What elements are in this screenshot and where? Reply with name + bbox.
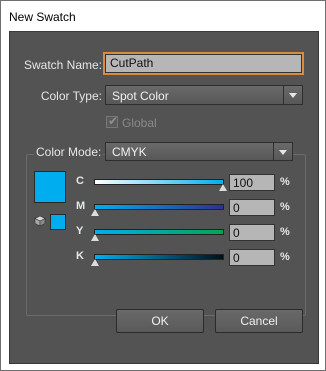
channel-slider-m[interactable]: [94, 204, 224, 210]
swatch-name-input[interactable]: CutPath: [103, 52, 304, 75]
color-mode-dropdown[interactable]: CMYK: [105, 142, 293, 161]
percent-sign: %: [280, 251, 290, 263]
chevron-down-icon: [283, 86, 302, 104]
window-title: New Swatch: [9, 10, 76, 24]
ok-button[interactable]: OK: [116, 309, 204, 333]
channel-label-k: K: [76, 250, 84, 262]
gamut-swatch[interactable]: [50, 214, 66, 230]
percent-sign: %: [280, 226, 290, 238]
channel-input-y[interactable]: 0: [229, 224, 275, 241]
channel-input-k[interactable]: 0: [229, 249, 275, 266]
swatch-name-value: CutPath: [110, 56, 154, 70]
checkmark-icon: ✔: [108, 114, 119, 128]
color-mode-label: Color Mode:: [34, 145, 104, 159]
percent-sign: %: [280, 201, 290, 213]
channel-slider-c[interactable]: [94, 179, 224, 185]
color-type-dropdown[interactable]: Spot Color: [105, 85, 303, 105]
dialog-body: Swatch Name: CutPath Color Type: Spot Co…: [9, 31, 319, 364]
slider-thumb-m[interactable]: [91, 209, 99, 216]
cancel-button[interactable]: Cancel: [215, 309, 303, 333]
global-checkbox[interactable]: ✔: [106, 114, 119, 128]
color-mode-value: CMYK: [112, 145, 147, 159]
title-bar[interactable]: New Swatch: [1, 1, 325, 31]
cube-icon[interactable]: [34, 215, 46, 227]
swatch-name-label: Swatch Name:: [23, 58, 102, 72]
color-type-value: Spot Color: [112, 89, 169, 103]
slider-thumb-y[interactable]: [91, 234, 99, 241]
channel-slider-k[interactable]: [94, 254, 224, 260]
slider-thumb-k[interactable]: [91, 259, 99, 266]
percent-sign: %: [280, 176, 290, 188]
color-type-label: Color Type:: [40, 89, 102, 103]
color-swatch-preview: [34, 171, 66, 203]
channel-label-c: C: [76, 175, 84, 187]
channel-slider-y[interactable]: [94, 229, 224, 235]
global-label: Global: [122, 116, 157, 130]
channel-input-m[interactable]: 0: [229, 199, 275, 216]
channel-input-c[interactable]: 100: [229, 174, 275, 191]
chevron-down-icon: [273, 143, 292, 160]
new-swatch-window: New Swatch Swatch Name: CutPath Color Ty…: [0, 0, 326, 371]
slider-thumb-c[interactable]: [219, 184, 227, 191]
channel-label-m: M: [76, 200, 86, 212]
channel-label-y: Y: [76, 225, 84, 237]
